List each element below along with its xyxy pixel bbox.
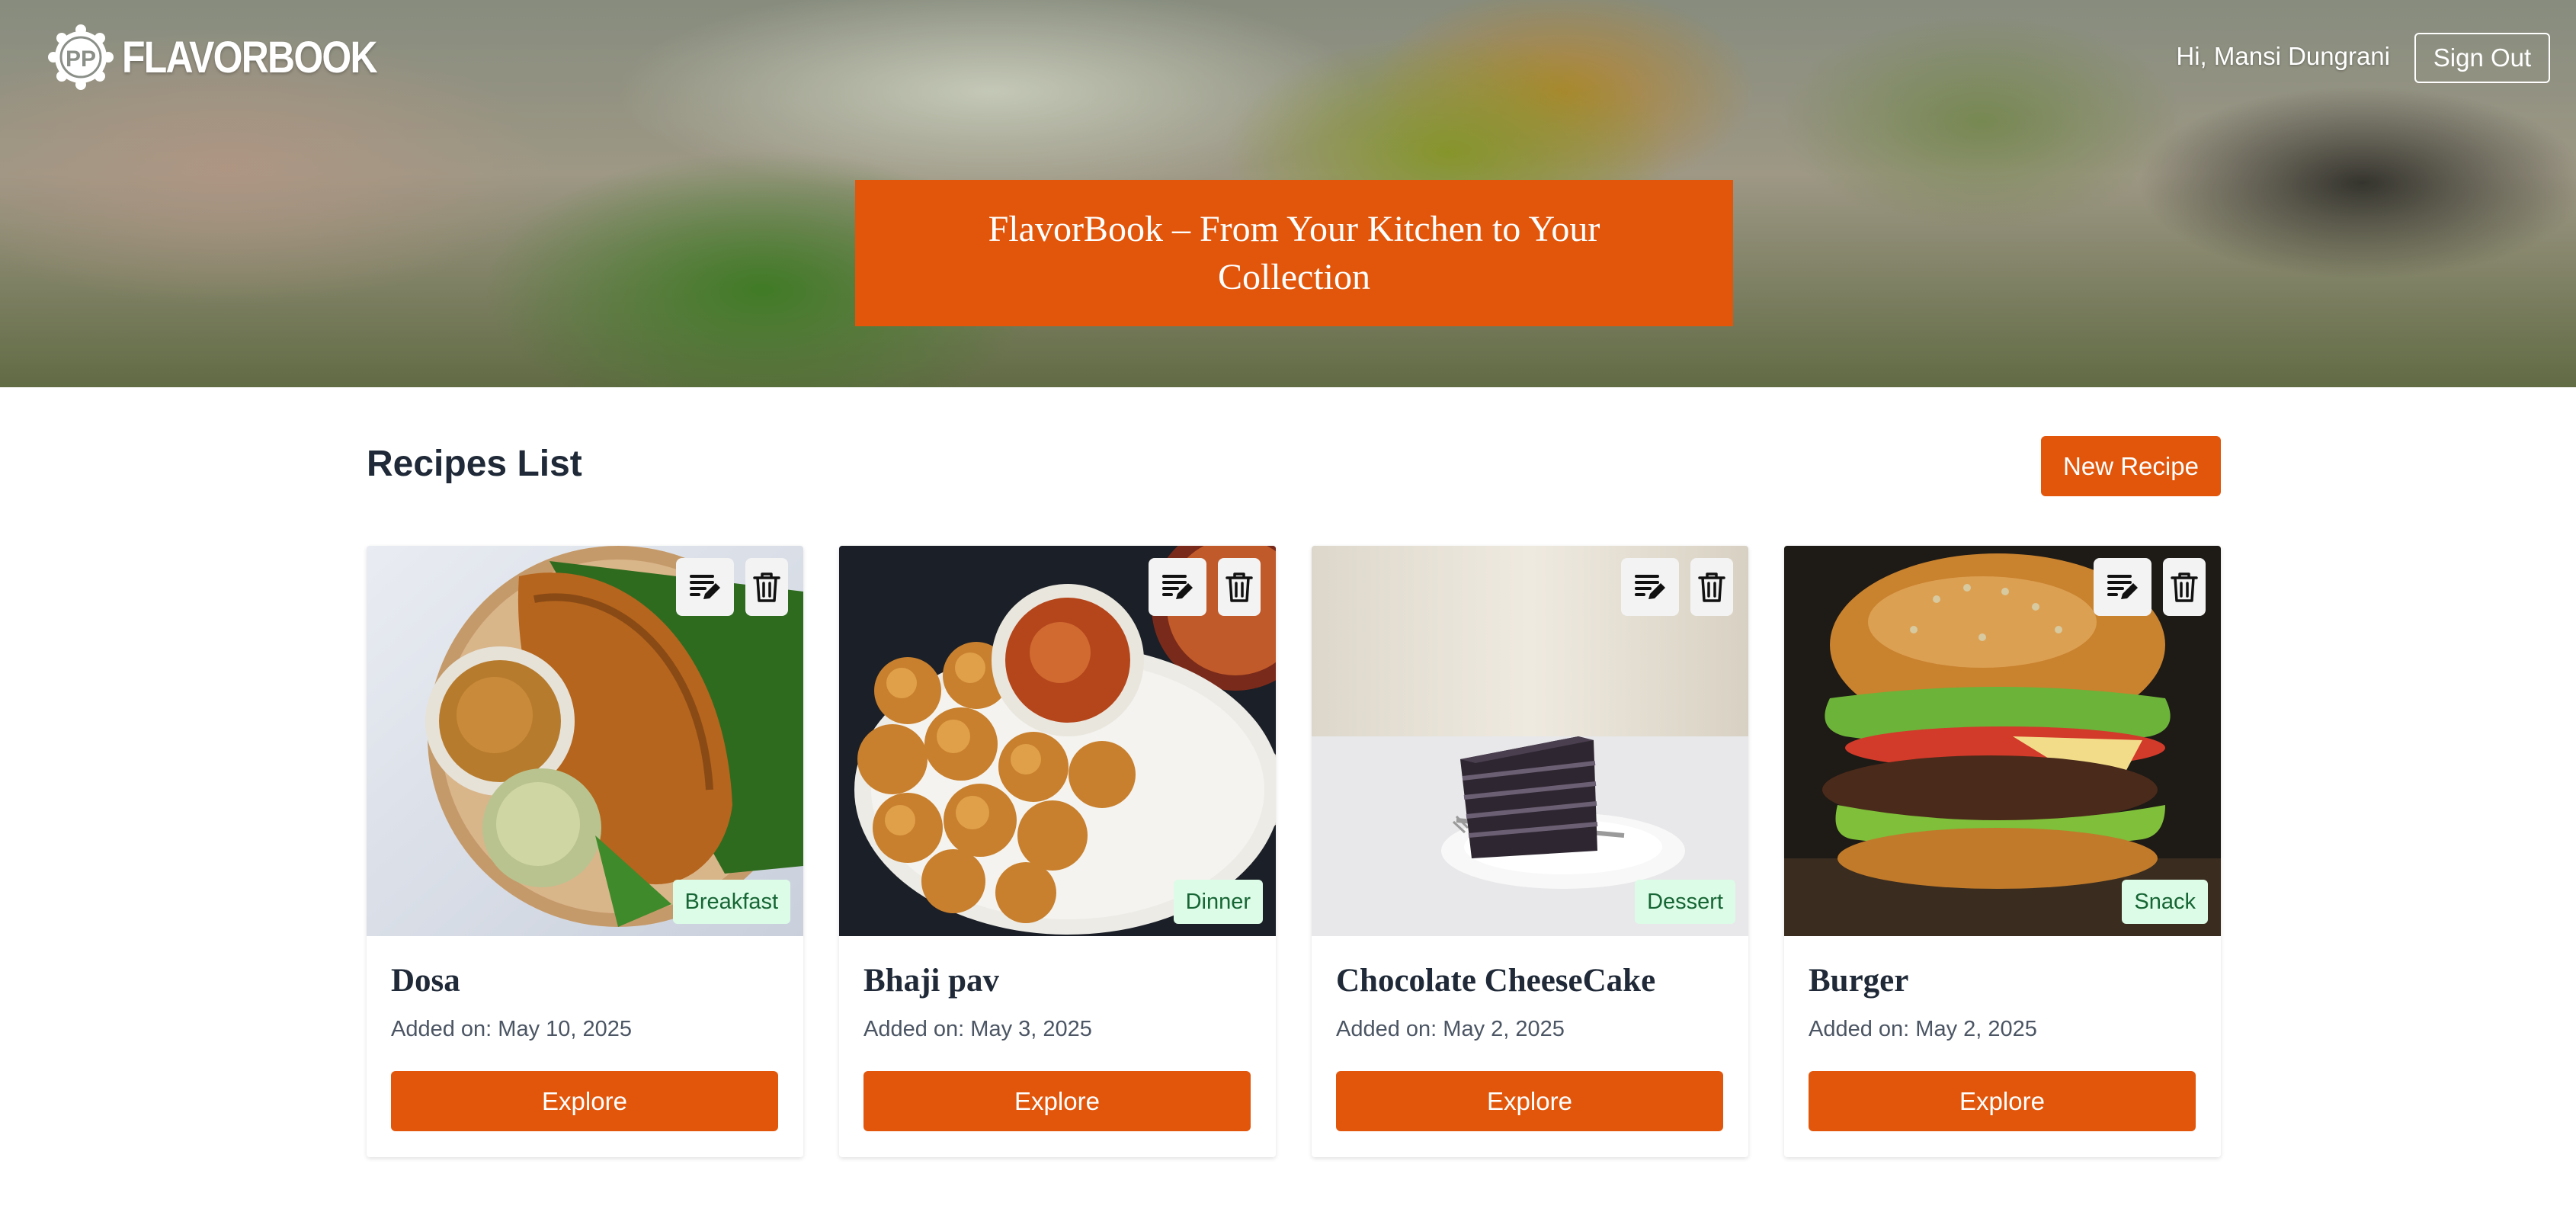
edit-recipe-button[interactable] xyxy=(2094,558,2151,616)
explore-button[interactable]: Explore xyxy=(391,1071,778,1131)
recipe-image-chocolate-cheesecake xyxy=(1312,546,1748,936)
recipe-image-dosa xyxy=(367,546,803,936)
hero-title-banner: FlavorBook – From Your Kitchen to Your C… xyxy=(855,180,1733,326)
edit-note-icon xyxy=(690,575,720,599)
category-badge: Dessert xyxy=(1635,880,1735,924)
svg-text:PP: PP xyxy=(66,46,96,72)
delete-recipe-button[interactable] xyxy=(1690,558,1733,616)
recipe-title: Burger xyxy=(1809,963,1909,999)
delete-recipe-button[interactable] xyxy=(2163,558,2206,616)
burger-photo xyxy=(1784,546,2221,936)
delete-recipe-button[interactable] xyxy=(745,558,788,616)
edit-recipe-button[interactable] xyxy=(1621,558,1679,616)
user-greeting: Hi, Mansi Dungrani xyxy=(2176,42,2390,70)
edit-note-icon xyxy=(1635,575,1665,599)
trash-icon xyxy=(1226,572,1253,602)
new-recipe-button[interactable]: New Recipe xyxy=(2041,436,2221,496)
recipe-card-dosa: Breakfast Dosa Added on: May 10, 2025 Ex… xyxy=(367,546,803,1157)
recipe-title: Chocolate CheeseCake xyxy=(1336,963,1656,999)
recipe-card-bhaji-pav: Dinner Bhaji pav Added on: May 3, 2025 E… xyxy=(839,546,1276,1157)
trash-icon xyxy=(2171,572,2198,602)
edit-note-icon xyxy=(1162,575,1193,599)
recipe-date: Added on: May 2, 2025 xyxy=(1336,1017,1565,1041)
chef-hat-logo-icon: PP xyxy=(48,24,114,90)
recipe-card-chocolate-cheesecake: Dessert Chocolate CheeseCake Added on: M… xyxy=(1312,546,1748,1157)
hero-title: FlavorBook – From Your Kitchen to Your C… xyxy=(988,209,1600,297)
bhaji-pav-photo xyxy=(839,546,1276,936)
brand-logo[interactable]: PP FLAVORBOOK xyxy=(47,23,418,91)
edit-note-icon xyxy=(2107,575,2138,599)
explore-button[interactable]: Explore xyxy=(1336,1071,1723,1131)
brand-name: FLAVORBOOK xyxy=(122,32,378,82)
explore-button[interactable]: Explore xyxy=(863,1071,1251,1131)
recipe-title: Dosa xyxy=(391,963,460,999)
recipe-card-burger: Snack Burger Added on: May 2, 2025 Explo… xyxy=(1784,546,2221,1157)
recipe-date: Added on: May 3, 2025 xyxy=(863,1017,1092,1041)
delete-recipe-button[interactable] xyxy=(1218,558,1261,616)
category-badge: Breakfast xyxy=(672,880,790,924)
trash-icon xyxy=(1698,572,1725,602)
recipe-date: Added on: May 2, 2025 xyxy=(1809,1017,2037,1041)
category-badge: Snack xyxy=(2122,880,2208,924)
explore-button[interactable]: Explore xyxy=(1809,1071,2196,1131)
page-title: Recipes List xyxy=(367,444,582,484)
hero-header: PP FLAVORBOOK Hi, Mansi Dungrani Sign Ou… xyxy=(0,0,2576,387)
recipe-image-burger xyxy=(1784,546,2221,936)
recipe-image-bhaji-pav xyxy=(839,546,1276,936)
recipe-title: Bhaji pav xyxy=(863,963,1000,999)
edit-recipe-button[interactable] xyxy=(676,558,734,616)
edit-recipe-button[interactable] xyxy=(1149,558,1206,616)
category-badge: Dinner xyxy=(1173,880,1263,924)
cheesecake-photo xyxy=(1312,546,1748,936)
sign-out-button[interactable]: Sign Out xyxy=(2414,33,2550,83)
dosa-photo xyxy=(367,546,803,936)
trash-icon xyxy=(753,572,780,602)
recipe-date: Added on: May 10, 2025 xyxy=(391,1017,633,1041)
